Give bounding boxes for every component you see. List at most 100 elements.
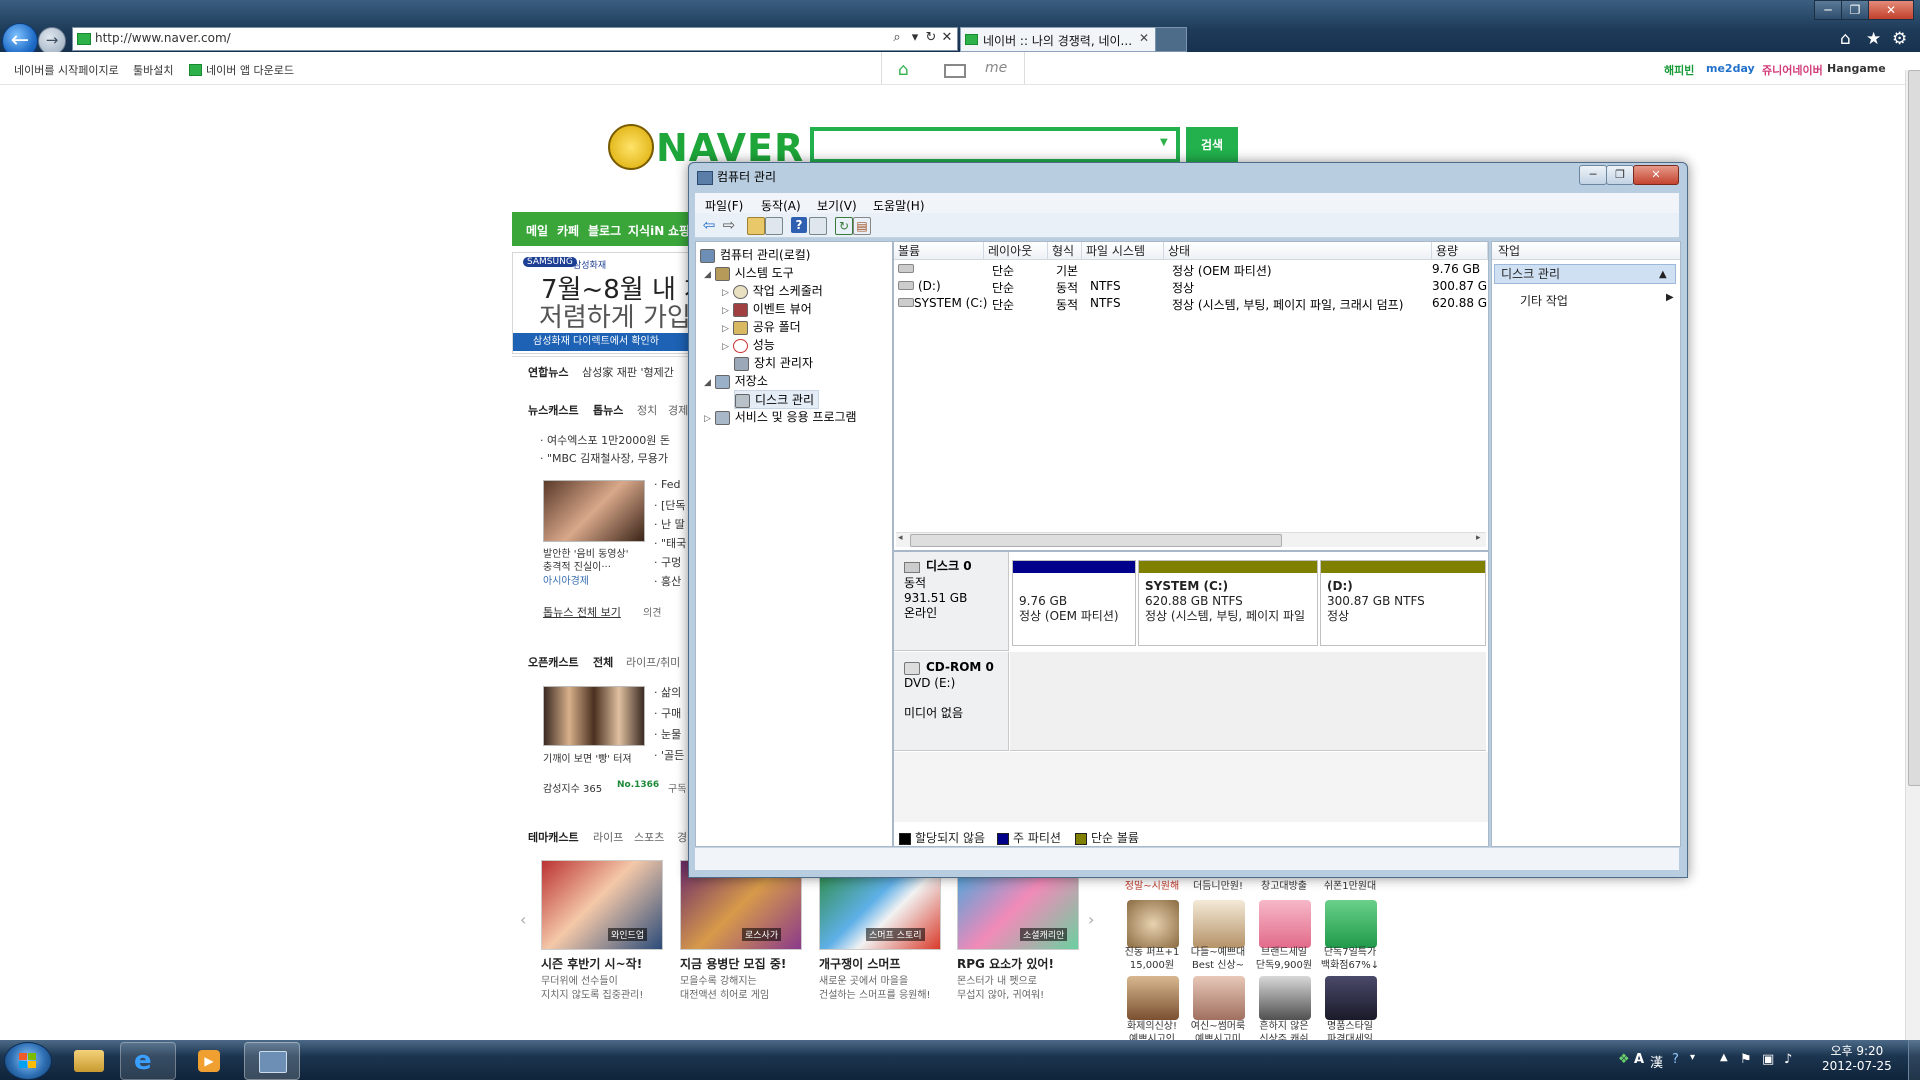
shop-thumb-6[interactable] (1193, 976, 1245, 1020)
forward-button[interactable]: → (38, 27, 66, 55)
news-photo-caption-2[interactable]: 충격적 진실이··· (543, 558, 611, 573)
opencast-photo[interactable] (543, 686, 645, 746)
theme-desc-4[interactable]: 몬스터가 내 펫으로 무섭지 않아, 귀여워! (957, 975, 1044, 1003)
up-folder-icon[interactable] (747, 217, 765, 235)
yonhap-label[interactable]: 연합뉴스 (528, 364, 568, 380)
shop-thumb-3[interactable] (1259, 900, 1311, 948)
maximize-button[interactable]: ❐ (1841, 0, 1869, 20)
tab-economy[interactable]: 경제 (668, 402, 688, 418)
news-side-3[interactable]: · 난 딸 (654, 516, 685, 532)
shop-row1-1[interactable]: 진동 퍼프+1 15,000원 (1121, 946, 1183, 972)
clock[interactable]: 오후 9:20 2012-07-25 (1822, 1044, 1892, 1074)
tab-politics[interactable]: 정치 (637, 402, 657, 418)
news-photo-source[interactable]: 아시아경제 (543, 572, 589, 587)
brand-happybean[interactable]: 해피빈 (1664, 62, 1694, 78)
favorites-star-icon[interactable]: ★ (1866, 29, 1881, 49)
table-row[interactable]: 단순 기본 정상 (OEM 파티션) 9.76 GB (894, 260, 1488, 278)
start-button[interactable] (4, 1042, 52, 1080)
col-type[interactable]: 형식 (1048, 242, 1082, 260)
fav-toolbar-install[interactable]: 툴바설치 (133, 62, 173, 78)
show-hide-tree-icon[interactable] (765, 217, 783, 235)
shop-thumb-4[interactable] (1325, 900, 1377, 948)
theme-title-2[interactable]: 지금 용병단 모집 중! (680, 955, 786, 972)
news-side-5[interactable]: · 구멍 (654, 554, 681, 570)
shop-top-3[interactable]: 창고대방출 (1253, 880, 1315, 893)
shop-thumb-5[interactable] (1127, 976, 1179, 1020)
cm-close-button[interactable]: ✕ (1633, 165, 1679, 185)
cm-maximize-button[interactable]: ❐ (1606, 165, 1634, 185)
address-url[interactable]: http://www.naver.com/ (95, 31, 231, 45)
volume-icon[interactable]: ♪ (1784, 1052, 1792, 1067)
refresh-icon[interactable]: ↻ (835, 217, 853, 235)
address-bar[interactable]: http://www.naver.com/ ⌕ ▾ ↻ ✕ (72, 27, 958, 51)
page-scrollbar-thumb[interactable] (1908, 70, 1920, 786)
taskbar-computer-management[interactable] (244, 1042, 300, 1080)
shop-thumb-1[interactable] (1127, 900, 1179, 948)
expand-icon[interactable]: ▷ (722, 288, 729, 298)
tab-close-icon[interactable]: ✕ (1139, 31, 1149, 45)
menu-kin[interactable]: 지식iN (628, 222, 664, 239)
horizontal-scrollbar[interactable]: ◂ ▸ (896, 532, 1486, 547)
menu-mail[interactable]: 메일 (526, 222, 548, 239)
brand-hangame[interactable]: Hangame (1827, 62, 1886, 75)
opencast-side-3[interactable]: · 눈물 (654, 726, 681, 742)
scroll-left-icon[interactable]: ◂ (898, 533, 903, 543)
collapse-up-icon[interactable]: ▲ (1659, 265, 1667, 284)
network-icon[interactable]: ▣ (1762, 1052, 1774, 1067)
opinion-link[interactable]: 의견 (643, 604, 661, 619)
partition-system-c[interactable]: SYSTEM (C:) 620.88 GB NTFS 정상 (시스템, 부팅, … (1138, 560, 1318, 646)
horizontal-scrollbar-thumb[interactable] (910, 534, 1282, 547)
action-pane-icon[interactable] (809, 217, 827, 235)
collapse-icon[interactable]: ◢ (704, 378, 711, 388)
menu-blog[interactable]: 블로그 (588, 222, 621, 239)
prev-arrow-icon[interactable]: ‹ (520, 910, 526, 929)
brand-junior-naver[interactable]: 쥬니어네이버 (1762, 62, 1823, 78)
news-side-1[interactable]: · Fed (654, 478, 680, 491)
shop-top-2[interactable]: 더듬니만원! (1187, 880, 1249, 893)
next-arrow-icon[interactable]: › (1088, 910, 1094, 929)
expand-icon[interactable]: ▷ (722, 342, 729, 352)
samsung-insurance-ad[interactable]: SAMSUNG 삼성화재 7월~8월 내 차 저렴하게 가입 삼성화재 다이렉트… (512, 252, 694, 354)
help-circle-icon[interactable]: ? (1672, 1052, 1679, 1067)
yonhap-headline[interactable]: 삼성家 재판 '형제간 (582, 364, 674, 380)
menu-view[interactable]: 보기(V) (817, 197, 857, 214)
opencast-side-1[interactable]: · 삶의 (654, 684, 681, 700)
naver-search-button[interactable]: 검색 (1186, 127, 1238, 163)
window-icon[interactable] (944, 64, 966, 78)
news-photo[interactable] (543, 480, 645, 542)
col-layout[interactable]: 레이아웃 (984, 242, 1048, 260)
themecast-tab-more[interactable]: 경 (677, 829, 687, 845)
opencast-tab-life[interactable]: 라이프/취미 (626, 654, 680, 670)
cdrom0-empty-area[interactable] (1010, 652, 1486, 751)
theme-title-1[interactable]: 시즌 후반기 시~작! (541, 955, 642, 972)
menu-action[interactable]: 동작(A) (761, 197, 801, 214)
theme-title-4[interactable]: RPG 요소가 있어! (957, 955, 1054, 972)
col-capacity[interactable]: 용량 (1432, 242, 1488, 260)
tree-performance[interactable]: ▷ 성능 (722, 336, 775, 353)
close-button[interactable]: ✕ (1868, 0, 1914, 20)
show-hidden-icons[interactable]: ▲ (1720, 1052, 1728, 1063)
fav-naver-app-download[interactable]: 네이버 앱 다운로드 (206, 62, 294, 78)
dropdown-icon[interactable]: ▾ (907, 30, 923, 46)
partition-d[interactable]: (D:) 300.87 GB NTFS 정상 (1320, 560, 1486, 646)
menu-file[interactable]: 파일(F) (705, 197, 743, 214)
expand-icon[interactable]: ▷ (722, 306, 729, 316)
news-side-6[interactable]: · 홍산 (654, 573, 681, 589)
opencast-side-2[interactable]: · 구매 (654, 705, 681, 721)
table-row[interactable]: (D:) 단순 동적 NTFS 정상 300.87 GB (894, 277, 1488, 295)
top-news-all-link[interactable]: 톱뉴스 전체 보기 (543, 604, 621, 620)
opencast-caption[interactable]: 기깨이 보면 '빵' 터져 (543, 750, 632, 765)
submenu-arrow-icon[interactable]: ▶ (1666, 292, 1674, 303)
menu-help[interactable]: 도움말(H) (873, 197, 925, 214)
forward-arrow-icon[interactable]: ⇨ (721, 217, 737, 233)
themecast-tab-sports[interactable]: 스포츠 (634, 829, 664, 845)
stop-icon[interactable]: ✕ (939, 30, 955, 46)
settings-gear-icon[interactable]: ⚙ (1892, 29, 1907, 49)
shop-row1-3[interactable]: 브랜드세일 단독9,900원 (1253, 946, 1315, 972)
theme-desc-1[interactable]: 무더위에 선수들이 지치지 않도록 집중관리! (541, 975, 643, 1003)
taskbar-ie[interactable]: e (120, 1042, 176, 1080)
shop-thumb-2[interactable] (1193, 900, 1245, 948)
page-scrollbar[interactable] (1905, 70, 1920, 1040)
minimize-button[interactable]: ─ (1814, 0, 1842, 20)
news-line-2[interactable]: · "MBC 김재철사장, 무용가 (540, 450, 668, 466)
